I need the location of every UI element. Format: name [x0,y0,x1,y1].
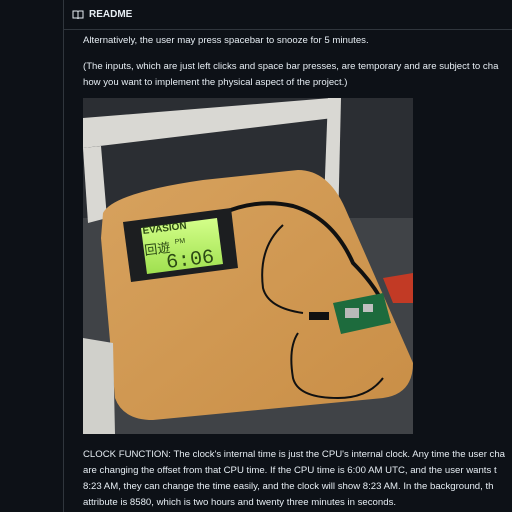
text-line: are changing the offset from that CPU ti… [83,465,497,476]
readme-header: README [64,0,512,30]
paragraph-snooze: Alternatively, the user may press spaceb… [83,33,369,49]
photo-illustration: EVASION 回遊 PM 6:06 [83,98,413,434]
pi-usb-port [345,308,359,318]
text-line: how you want to implement the physical a… [83,77,348,88]
chair-leg [83,338,115,434]
text-line: (The inputs, which are just left clicks … [83,61,499,72]
paragraph-clock-function: CLOCK FUNCTION: The clock's internal tim… [83,447,505,511]
text-line: attribute is 8580, which is two hours an… [83,497,397,508]
screen-ampm-text: PM [174,238,185,246]
project-photo: EVASION 回遊 PM 6:06 [83,98,413,434]
book-icon [72,10,84,19]
text-line: 8:23 AM, they can change the time easily… [83,481,494,492]
power-connector [309,312,329,320]
readme-content: Alternatively, the user may press spaceb… [83,30,512,512]
paragraph-inputs-note: (The inputs, which are just left clicks … [83,59,498,91]
left-gutter-divider [63,0,64,512]
text-line: Alternatively, the user may press spaceb… [83,35,369,46]
readme-title: README [89,9,133,20]
text-line: CLOCK FUNCTION: The clock's internal tim… [83,449,506,460]
pi-ethernet-port [363,304,373,312]
